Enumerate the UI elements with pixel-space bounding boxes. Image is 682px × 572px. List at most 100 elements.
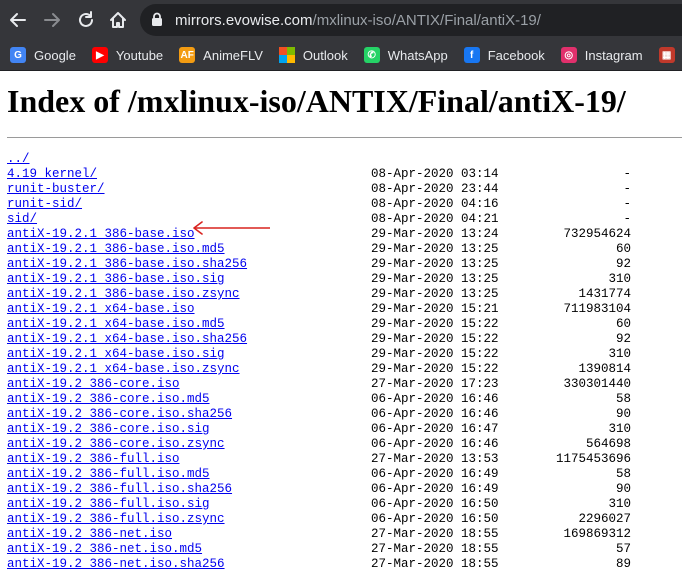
file-size: 330301440 [563, 377, 631, 391]
file-link[interactable]: antiX-19.2_386-full.iso.sig [7, 497, 210, 512]
file-link[interactable]: antiX-19.2_386-net.iso [7, 527, 172, 542]
file-link[interactable]: antiX-19.2.1_386-base.iso.sig [7, 272, 225, 287]
file-link[interactable]: antiX-19.2_386-full.iso [7, 452, 180, 467]
bookmark-uao[interactable]: ▦Uao [658, 47, 682, 63]
bookmark-instagram[interactable]: ◎ Instagram [560, 47, 643, 63]
browser-chrome: mirrors.evowise.com/mxlinux-iso/ANTIX/Fi… [0, 0, 682, 71]
file-link[interactable]: antiX-19.2_386-core.iso.zsync [7, 437, 225, 452]
file-date: 08-Apr-2020 04:21 [371, 212, 499, 226]
page-title: Index of /mxlinux-iso/ANTIX/Final/antiX-… [7, 83, 626, 119]
file-date: 06-Apr-2020 16:50 [371, 497, 499, 511]
url-host: mirrors.evowise.com [175, 11, 313, 29]
file-link[interactable]: antiX-19.2.1_386-base.iso [7, 227, 195, 242]
facebook-icon: f [463, 47, 480, 63]
file-link[interactable]: antiX-19.2_386-net.iso.md5 [7, 542, 202, 557]
file-size: 58 [615, 467, 631, 481]
whatsapp-icon: ✆ [363, 47, 380, 63]
bookmark-facebook[interactable]: f Facebook [463, 47, 545, 63]
file-link[interactable]: antiX-19.2.1_x64-base.iso.sig [7, 347, 225, 362]
file-link[interactable]: antiX-19.2_386-full.iso.zsync [7, 512, 225, 527]
file-link[interactable]: 4.19_kernel/ [7, 167, 97, 182]
file-link[interactable]: antiX-19.2_386-net.iso.sha256 [7, 557, 225, 572]
file-date: 06-Apr-2020 16:46 [371, 392, 499, 406]
file-date: 29-Mar-2020 15:22 [371, 362, 499, 376]
animeflv-icon: AF [179, 47, 196, 63]
reload-icon [79, 11, 93, 27]
uao-icon: ▦ [658, 47, 675, 63]
instagram-icon: ◎ [560, 47, 577, 63]
file-date: 29-Mar-2020 15:21 [371, 302, 499, 316]
bookmark-label: Youtube [115, 47, 164, 63]
file-date: 27-Mar-2020 18:55 [371, 557, 499, 571]
bookmark-label: Outlook [302, 47, 348, 63]
file-link[interactable]: antiX-19.2_386-core.iso [7, 377, 180, 392]
file-size: 89 [615, 557, 631, 571]
file-date: 08-Apr-2020 03:14 [371, 167, 499, 181]
file-date: 27-Mar-2020 17:23 [371, 377, 499, 391]
bookmark-label: Google [34, 47, 76, 63]
url-path: /mxlinux-iso/ANTIX/Final/antiX-19/ [312, 11, 541, 29]
google-icon: G [10, 47, 26, 63]
forward-button[interactable] [40, 8, 64, 32]
bookmark-animeflv[interactable]: AF AnimeFLV [179, 47, 263, 63]
file-date: 08-Apr-2020 04:16 [371, 197, 499, 211]
file-link[interactable]: antiX-19.2_386-full.iso.sha256 [7, 482, 232, 497]
file-size: 732954624 [563, 227, 631, 241]
file-size: 90 [615, 407, 631, 421]
file-link[interactable]: antiX-19.2_386-core.iso.sha256 [7, 407, 232, 422]
file-link[interactable]: antiX-19.2.1_x64-base.iso [7, 302, 195, 317]
file-link[interactable]: antiX-19.2_386-full.iso.md5 [7, 467, 210, 482]
file-link[interactable]: antiX-19.2.1_x64-base.iso.md5 [7, 317, 225, 332]
bookmark-label: WhatsApp [387, 47, 448, 63]
file-link[interactable]: antiX-19.2_386-core.iso.md5 [7, 392, 210, 407]
bookmark-outlook[interactable]: Outlook [278, 47, 348, 63]
file-date: 06-Apr-2020 16:46 [371, 407, 499, 421]
file-link[interactable]: ../ [7, 152, 30, 167]
youtube-icon: ▶ [91, 47, 108, 63]
file-link[interactable]: antiX-19.2.1_386-base.iso.md5 [7, 242, 225, 257]
file-size: 1175453696 [555, 452, 631, 466]
file-size: 1390814 [578, 362, 631, 376]
file-date: 29-Mar-2020 13:25 [371, 242, 499, 256]
file-size: 2296027 [578, 512, 631, 526]
file-link[interactable]: runit-buster/ [7, 182, 105, 197]
file-size: 57 [615, 542, 631, 556]
back-button[interactable] [6, 8, 30, 32]
file-date: 27-Mar-2020 13:53 [371, 452, 499, 466]
file-link[interactable]: antiX-19.2_386-core.iso.sig [7, 422, 210, 437]
file-date: 27-Mar-2020 18:55 [371, 542, 499, 556]
file-size: - [623, 197, 631, 211]
file-date: 29-Mar-2020 15:22 [371, 332, 499, 346]
file-date: 27-Mar-2020 18:55 [371, 527, 499, 541]
file-link[interactable]: antiX-19.2.1_x64-base.iso.zsync [7, 362, 240, 377]
file-link[interactable]: runit-sid/ [7, 197, 82, 212]
reload-button[interactable] [74, 8, 98, 32]
file-link[interactable]: antiX-19.2.1_386-base.iso.zsync [7, 287, 240, 302]
file-size: 711983104 [563, 302, 631, 316]
file-date: 29-Mar-2020 13:25 [371, 272, 499, 286]
bookmark-label: Instagram [584, 47, 643, 63]
file-date: 06-Apr-2020 16:49 [371, 482, 499, 496]
bookmark-youtube[interactable]: ▶ Youtube [91, 47, 164, 63]
annotation-arrow-icon [193, 221, 270, 235]
file-link[interactable]: antiX-19.2.1_386-base.iso.sha256 [7, 257, 247, 272]
bookmark-google[interactable]: G Google [10, 47, 76, 63]
file-link[interactable]: sid/ [7, 212, 37, 227]
address-bar[interactable]: mirrors.evowise.com/mxlinux-iso/ANTIX/Fi… [140, 4, 682, 36]
arrow-left-icon [10, 13, 26, 27]
bookmarks-bar: G Google ▶ Youtube AF AnimeFLV Outlook ✆ WhatsAp… [0, 40, 682, 71]
file-date: 06-Apr-2020 16:47 [371, 422, 499, 436]
file-link[interactable]: antiX-19.2.1_x64-base.iso.sha256 [7, 332, 247, 347]
file-date: 06-Apr-2020 16:50 [371, 512, 499, 526]
bookmark-label: Facebook [487, 47, 545, 63]
home-button[interactable] [106, 8, 130, 32]
file-size: - [623, 212, 631, 226]
file-size: 564698 [585, 437, 631, 451]
file-size: 92 [615, 257, 631, 271]
file-size: 92 [615, 332, 631, 346]
file-size: 58 [615, 392, 631, 406]
bookmark-whatsapp[interactable]: ✆ WhatsApp [363, 47, 448, 63]
bookmark-label: AnimeFLV [203, 47, 263, 63]
file-size: 310 [608, 272, 631, 286]
file-date: 29-Mar-2020 13:24 [371, 227, 499, 241]
